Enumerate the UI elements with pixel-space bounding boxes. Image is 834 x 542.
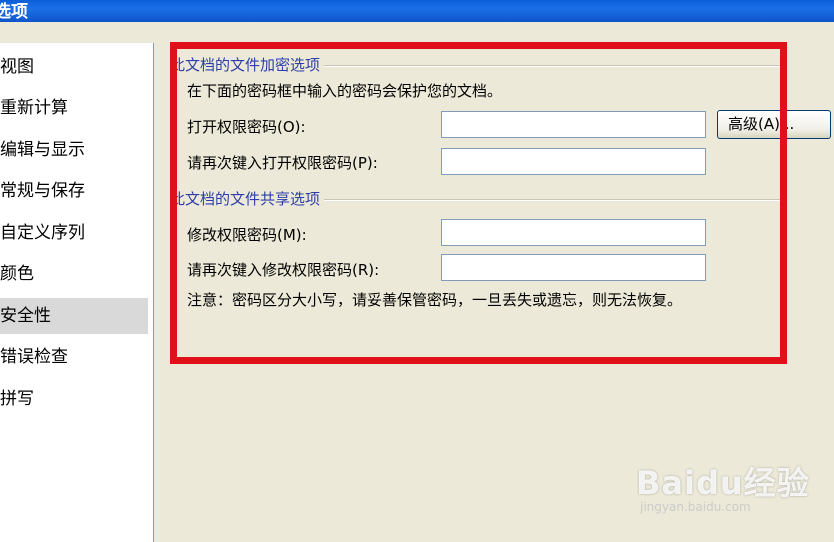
sidebar-item-custom-lists[interactable]: 自定义序列 [0, 215, 148, 251]
sidebar-item-recalculation[interactable]: 重新计算 [0, 90, 148, 126]
sidebar-item-spelling[interactable]: 拼写 [0, 381, 148, 417]
sidebar-item-error-checking[interactable]: 错误检查 [0, 339, 148, 375]
sidebar-item-general-save[interactable]: 常规与保存 [0, 173, 148, 209]
sidebar-item-edit-display[interactable]: 编辑与显示 [0, 132, 148, 168]
sidebar-item-security[interactable]: 安全性 [0, 298, 148, 334]
title-bar: 选项 [0, 0, 834, 22]
sidebar-item-color[interactable]: 颜色 [0, 256, 148, 292]
baidu-watermark: Baidu经验 jingyan.baidu.com [636, 458, 810, 514]
options-category-list[interactable]: 视图 重新计算 编辑与显示 常规与保存 自定义序列 颜色 安全性 错误检查 拼写 [0, 43, 154, 542]
baidu-url: jingyan.baidu.com [640, 500, 751, 514]
sidebar-item-view[interactable]: 视图 [0, 49, 148, 85]
baidu-logo: Baidu经验 [636, 464, 810, 502]
window-title: 选项 [0, 2, 28, 22]
red-highlight-frame [170, 42, 787, 364]
